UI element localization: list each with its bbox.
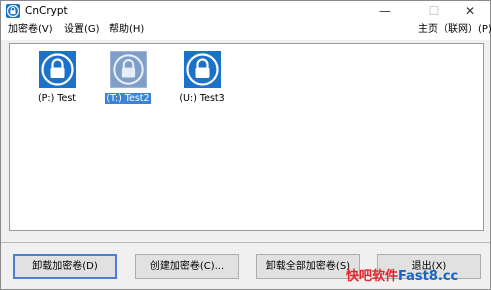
menu-home-online[interactable]: 主页（联网）(P) bbox=[418, 23, 491, 37]
dismount-volume-button[interactable]: 卸载加密卷(D) bbox=[13, 254, 117, 279]
volume-label: (P:) Test bbox=[37, 93, 77, 104]
volume-list[interactable]: (P:) Test (T:) Test2 (U:) Test3 bbox=[9, 43, 484, 231]
app-lock-icon bbox=[6, 4, 20, 18]
minimize-button[interactable]: — bbox=[365, 1, 405, 21]
watermark-en: Fast8.cc bbox=[398, 269, 459, 284]
menu-help[interactable]: 帮助(H) bbox=[109, 23, 144, 37]
lock-icon bbox=[184, 51, 221, 88]
maximize-button[interactable]: ☐ bbox=[414, 1, 454, 21]
volume-item-t[interactable]: (T:) Test2 bbox=[93, 51, 163, 111]
menu-settings[interactable]: 设置(G) bbox=[64, 23, 100, 37]
watermark: 快吧软件Fast8.cc bbox=[346, 267, 458, 287]
watermark-cn: 快吧软件 bbox=[346, 269, 399, 284]
close-button[interactable]: ✕ bbox=[450, 1, 490, 21]
volume-item-p[interactable]: (P:) Test bbox=[22, 51, 92, 111]
menu-encrypted-volume[interactable]: 加密卷(V) bbox=[8, 23, 53, 37]
volume-label: (T:) Test2 bbox=[105, 93, 151, 104]
volume-item-u[interactable]: (U:) Test3 bbox=[167, 51, 237, 111]
cncrypt-window: CnCrypt — ☐ ✕ 加密卷(V) 设置(G) 帮助(H) 主页（联网）(… bbox=[0, 0, 491, 290]
volume-label: (U:) Test3 bbox=[179, 93, 225, 104]
menu-bar: 加密卷(V) 设置(G) 帮助(H) 主页（联网）(P) bbox=[1, 21, 491, 40]
title-bar[interactable]: CnCrypt — ☐ ✕ bbox=[1, 1, 490, 21]
dismount-all-button[interactable]: 卸载全部加密卷(S) bbox=[256, 254, 360, 279]
divider bbox=[1, 242, 490, 243]
window-title: CnCrypt bbox=[25, 5, 68, 17]
lock-icon bbox=[39, 51, 76, 88]
lock-icon bbox=[110, 51, 147, 88]
create-volume-button[interactable]: 创建加密卷(C)... bbox=[135, 254, 239, 279]
